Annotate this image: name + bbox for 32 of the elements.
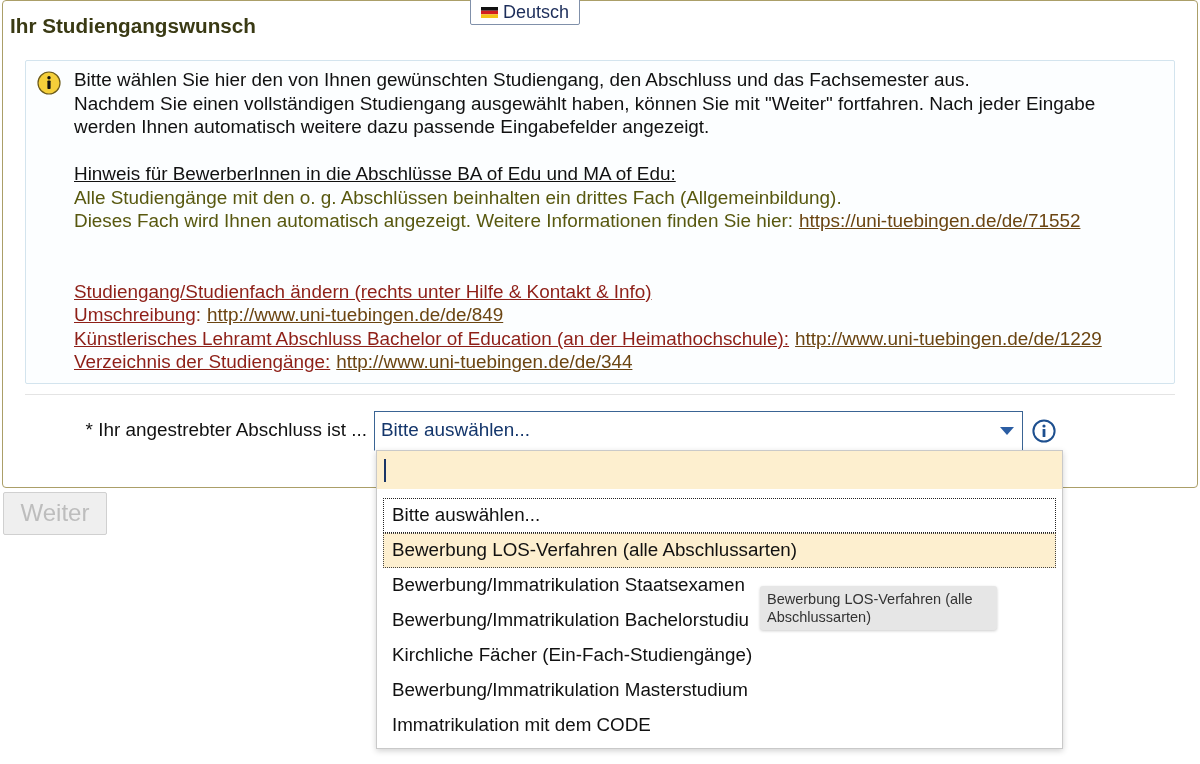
german-flag-icon (481, 6, 498, 18)
separator-text: : (195, 303, 202, 327)
tooltip: Bewerbung LOS-Verfahren (alle Abschlussarten) (760, 586, 997, 630)
dropdown-option[interactable]: Bitte auswählen... (383, 498, 1056, 533)
notice-heading: Hinweis für BewerberInnen in die Abschlüsse BA of Edu und MA of Edu: (74, 162, 676, 186)
text-cursor-icon (384, 458, 386, 482)
notice-text: Alle Studiengänge mit den o. g. Abschlüssen beinhalten ein drittes Fach (Allgemeinbildung). (74, 185, 842, 209)
link[interactable]: http://www.uni-tuebingen.de/de/1229 (795, 326, 1102, 350)
info-icon (37, 71, 61, 95)
link[interactable]: http://www.uni-tuebingen.de/de/344 (336, 350, 633, 374)
dropdown-option[interactable]: Immatrikulation mit dem CODE (392, 711, 651, 740)
caret-down-icon (1000, 426, 1014, 435)
search-field[interactable] (377, 451, 1062, 489)
dropdown-option[interactable]: Kirchliche Fächer (Ein-Fach-Studiengänge) (392, 641, 753, 670)
dropdown-option[interactable]: Bewerbung LOS-Verfahren (alle Abschlussarten) (383, 533, 1056, 568)
notice-text: Dieses Fach wird Ihnen automatisch angezeigt. Weitere Informationen finden Sie hier: https://uni-tuebingen.de/de/71552 (74, 209, 1081, 233)
link[interactable]: https://uni-tuebingen.de/de/71552 (798, 210, 1081, 231)
intro-text: Bitte wählen Sie hier den von Ihnen gewünschten Studiengang, den Abschluss und das Fachsemester aus. (74, 68, 971, 92)
dropdown-option[interactable]: Bewerbung/Immatrikulation Bachelorstudiu (392, 606, 750, 635)
link[interactable]: http://www.uni-tuebingen.de/de/849 (207, 303, 504, 327)
link[interactable]: Umschreibung (74, 303, 196, 327)
intro-text: Nachdem Sie einen vollständigen Studiengang ausgewählt haben, können Sie mit "Weiter" fortfahren. Nach jeder Eingabe werden Ihnen automatisch weitere dazu passende Eingabefelder angezeigt. (74, 91, 1097, 139)
info-icon[interactable] (1032, 418, 1056, 443)
section-title: Ihr Studiengangswunsch (10, 13, 256, 39)
field-label: * Ihr angestrebter Abschluss ist ... (85, 418, 367, 443)
link[interactable]: Studiengang/Studienfach ändern (rechts unter Hilfe & Kontakt & Info) (74, 279, 652, 303)
link[interactable]: Verzeichnis der Studiengänge: (74, 350, 331, 374)
degree-select[interactable]: Bitte auswählen... (374, 410, 1023, 451)
dropdown-option[interactable]: Bewerbung/Immatrikulation Staatsexamen (392, 571, 745, 600)
link[interactable]: Künstlerisches Lehramt Abschluss Bachelor of Education (an der Heimathochschule): (74, 326, 790, 350)
dropdown-option[interactable]: Bewerbung/Immatrikulation Masterstudium (392, 676, 748, 705)
language-switcher[interactable]: Deutsch (470, 0, 581, 25)
